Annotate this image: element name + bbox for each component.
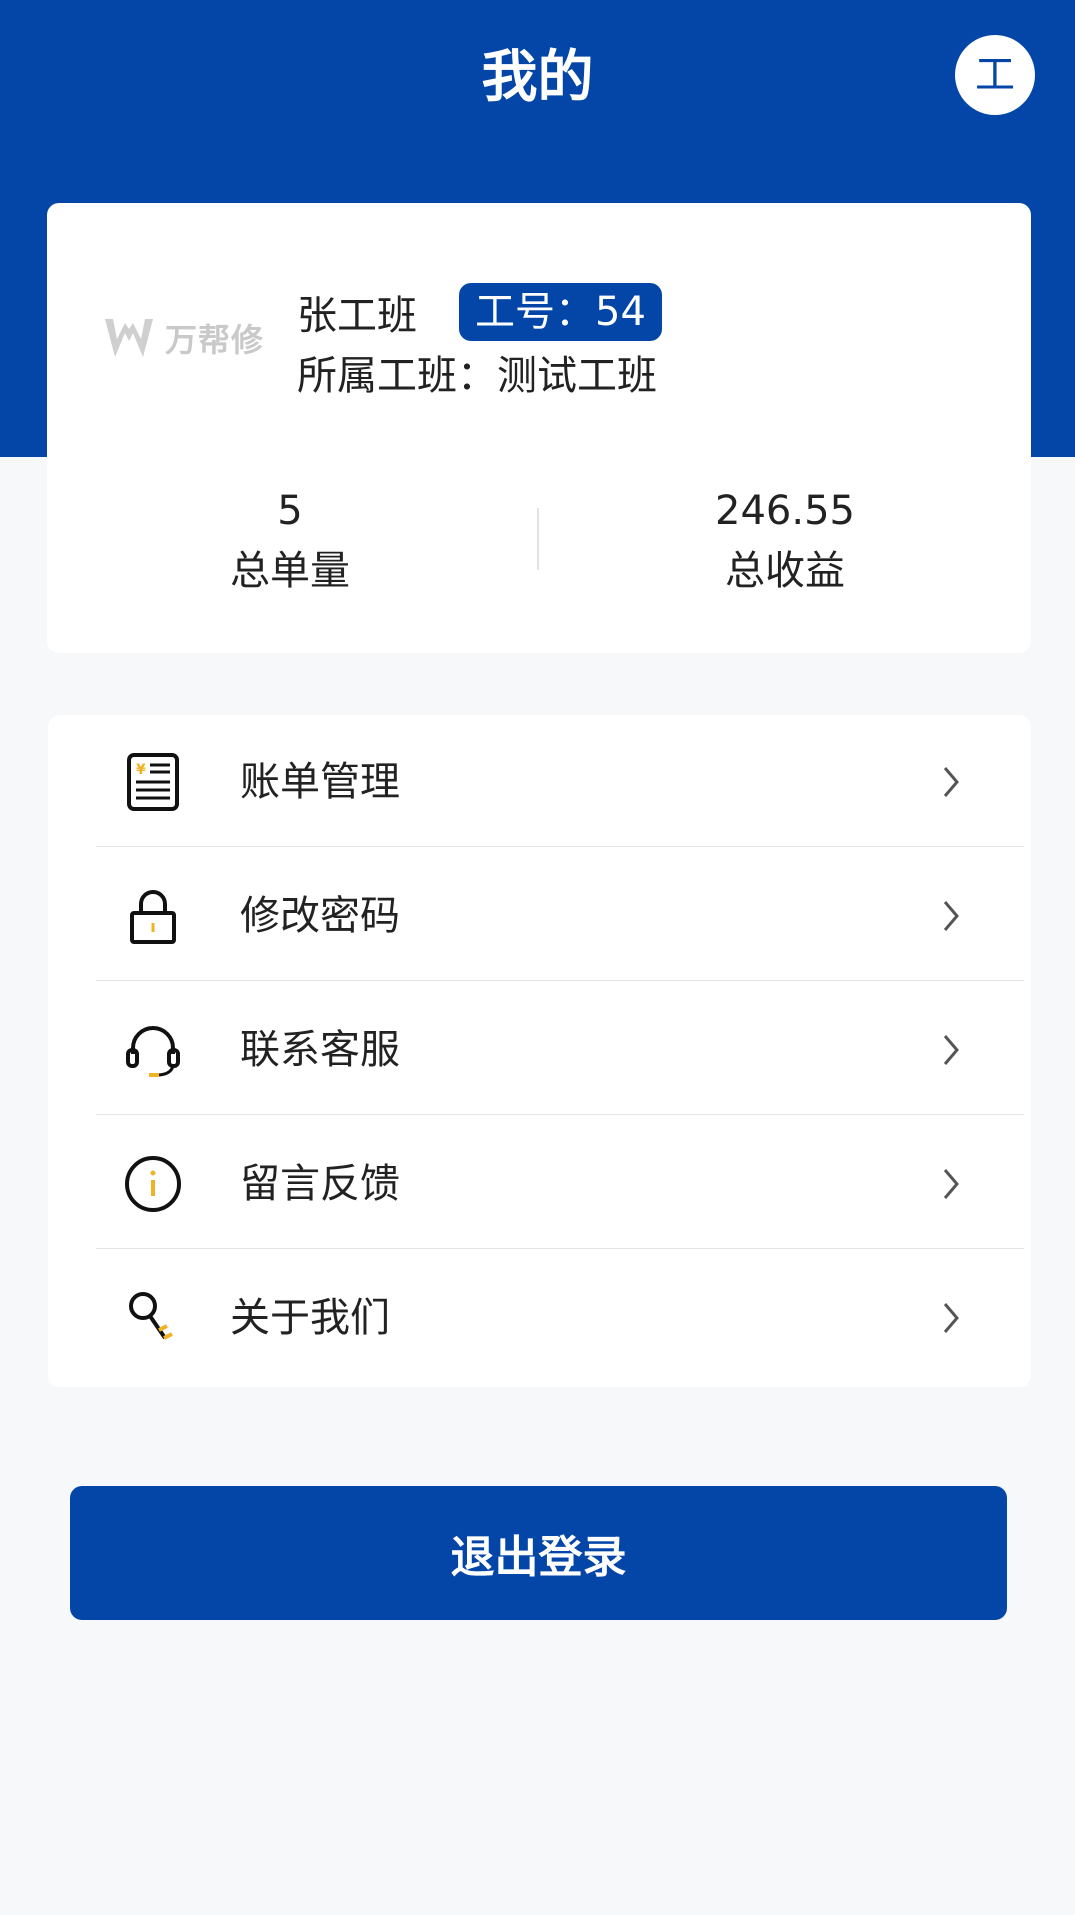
info-icon [123, 1154, 183, 1214]
brand-logo: 万帮修 [101, 308, 271, 368]
lock-icon [123, 886, 183, 946]
page-title: 我的 [481, 45, 594, 110]
logout-button[interactable]: 退出登录 [70, 1486, 1007, 1620]
chevron-right-icon [943, 1035, 959, 1065]
stat-value: 246.55 [715, 488, 855, 534]
menu-item-change-password[interactable]: 修改密码 [48, 849, 1031, 983]
brand-logo-text: 万帮修 [165, 321, 265, 359]
bill-icon: ¥ [123, 752, 183, 812]
chevron-right-icon [943, 767, 959, 797]
avatar[interactable]: 工 [955, 35, 1035, 115]
menu-divider [96, 1114, 1024, 1115]
menu-item-label: 账单管理 [240, 759, 400, 805]
menu-item-bill-management[interactable]: ¥ 账单管理 [48, 715, 1031, 849]
profile-card: 万帮修 张工班 工号：54 所属工班：测试工班 5 总单量 246.55 总收益 [47, 203, 1031, 653]
stat-divider [537, 508, 539, 570]
chevron-right-icon [943, 1303, 959, 1333]
brand-logo-icon [105, 319, 153, 357]
menu-divider [96, 980, 1024, 981]
menu-item-label: 联系客服 [240, 1027, 400, 1073]
menu-item-label: 留言反馈 [240, 1161, 400, 1207]
worker-name: 张工班 [297, 293, 417, 339]
menu-item-label: 关于我们 [230, 1295, 390, 1341]
stat-total-income[interactable]: 246.55 总收益 [635, 483, 935, 599]
menu-item-about-us[interactable]: 关于我们 [48, 1251, 1031, 1385]
chevron-right-icon [943, 901, 959, 931]
headset-icon [123, 1020, 183, 1080]
key-icon [123, 1288, 183, 1348]
menu-item-contact-service[interactable]: 联系客服 [48, 983, 1031, 1117]
menu-item-label: 修改密码 [240, 893, 400, 939]
chevron-right-icon [943, 1169, 959, 1199]
stat-total-orders[interactable]: 5 总单量 [140, 483, 440, 599]
menu-item-feedback[interactable]: 留言反馈 [48, 1117, 1031, 1251]
menu-divider [96, 846, 1024, 847]
team-info: 所属工班：测试工班 [297, 353, 657, 399]
stat-label: 总单量 [230, 548, 350, 594]
svg-text:¥: ¥ [136, 762, 146, 778]
stat-label: 总收益 [725, 548, 845, 594]
stat-value: 5 [277, 488, 303, 534]
menu-divider [96, 1248, 1024, 1249]
menu-list: ¥ 账单管理 修改密码 联系客服 留言反馈 关于我们 [48, 715, 1031, 1387]
worker-id-badge: 工号：54 [459, 283, 662, 341]
